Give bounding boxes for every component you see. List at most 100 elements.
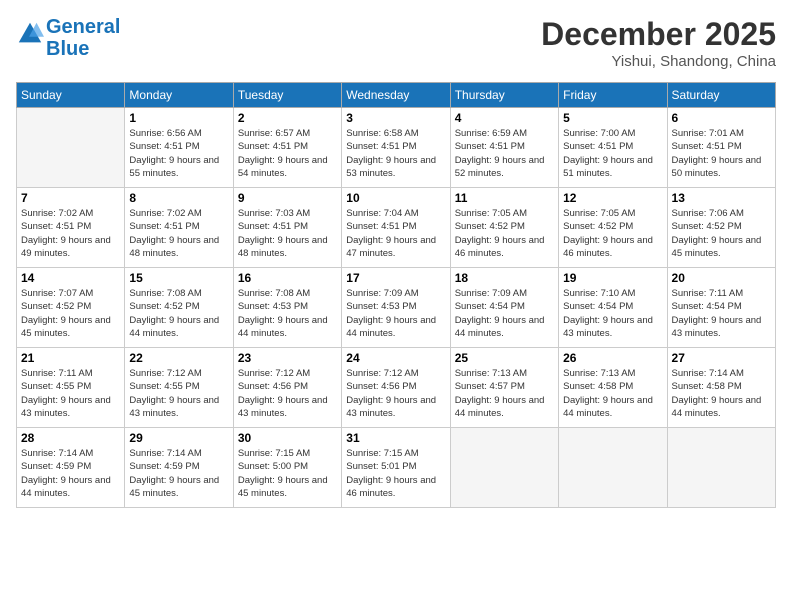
day-number: 23 <box>238 351 337 365</box>
calendar-day-cell: 22 Sunrise: 7:12 AM Sunset: 4:55 PM Dayl… <box>125 348 233 428</box>
day-number: 9 <box>238 191 337 205</box>
day-number: 15 <box>129 271 228 285</box>
day-info: Sunrise: 7:09 AM Sunset: 4:54 PM Dayligh… <box>455 287 554 340</box>
day-number: 12 <box>563 191 662 205</box>
calendar-day-cell: 31 Sunrise: 7:15 AM Sunset: 5:01 PM Dayl… <box>342 428 450 508</box>
day-info: Sunrise: 6:59 AM Sunset: 4:51 PM Dayligh… <box>455 127 554 180</box>
weekday-cell: Thursday <box>450 83 558 108</box>
day-info: Sunrise: 7:13 AM Sunset: 4:58 PM Dayligh… <box>563 367 662 420</box>
weekday-cell: Sunday <box>17 83 125 108</box>
calendar-day-cell: 12 Sunrise: 7:05 AM Sunset: 4:52 PM Dayl… <box>559 188 667 268</box>
day-number: 31 <box>346 431 445 445</box>
day-info: Sunrise: 7:12 AM Sunset: 4:55 PM Dayligh… <box>129 367 228 420</box>
day-number: 25 <box>455 351 554 365</box>
day-info: Sunrise: 7:14 AM Sunset: 4:59 PM Dayligh… <box>129 447 228 500</box>
calendar-day-cell: 13 Sunrise: 7:06 AM Sunset: 4:52 PM Dayl… <box>667 188 775 268</box>
calendar-day-cell: 24 Sunrise: 7:12 AM Sunset: 4:56 PM Dayl… <box>342 348 450 428</box>
day-info: Sunrise: 7:14 AM Sunset: 4:58 PM Dayligh… <box>672 367 771 420</box>
day-info: Sunrise: 7:08 AM Sunset: 4:53 PM Dayligh… <box>238 287 337 340</box>
day-info: Sunrise: 7:00 AM Sunset: 4:51 PM Dayligh… <box>563 127 662 180</box>
calendar-day-cell <box>17 108 125 188</box>
calendar-day-cell: 21 Sunrise: 7:11 AM Sunset: 4:55 PM Dayl… <box>17 348 125 428</box>
weekday-cell: Monday <box>125 83 233 108</box>
weekday-cell: Saturday <box>667 83 775 108</box>
day-number: 24 <box>346 351 445 365</box>
calendar-day-cell: 15 Sunrise: 7:08 AM Sunset: 4:52 PM Dayl… <box>125 268 233 348</box>
calendar-day-cell: 28 Sunrise: 7:14 AM Sunset: 4:59 PM Dayl… <box>17 428 125 508</box>
calendar-table: SundayMondayTuesdayWednesdayThursdayFrid… <box>16 82 776 508</box>
calendar-day-cell: 25 Sunrise: 7:13 AM Sunset: 4:57 PM Dayl… <box>450 348 558 428</box>
calendar-day-cell: 27 Sunrise: 7:14 AM Sunset: 4:58 PM Dayl… <box>667 348 775 428</box>
weekday-cell: Wednesday <box>342 83 450 108</box>
calendar-day-cell: 7 Sunrise: 7:02 AM Sunset: 4:51 PM Dayli… <box>17 188 125 268</box>
calendar-day-cell: 6 Sunrise: 7:01 AM Sunset: 4:51 PM Dayli… <box>667 108 775 188</box>
day-info: Sunrise: 7:13 AM Sunset: 4:57 PM Dayligh… <box>455 367 554 420</box>
day-info: Sunrise: 7:05 AM Sunset: 4:52 PM Dayligh… <box>455 207 554 260</box>
calendar-day-cell: 8 Sunrise: 7:02 AM Sunset: 4:51 PM Dayli… <box>125 188 233 268</box>
day-info: Sunrise: 7:10 AM Sunset: 4:54 PM Dayligh… <box>563 287 662 340</box>
logo-text: GeneralBlue <box>46 16 120 60</box>
calendar-day-cell: 30 Sunrise: 7:15 AM Sunset: 5:00 PM Dayl… <box>233 428 341 508</box>
calendar-day-cell: 4 Sunrise: 6:59 AM Sunset: 4:51 PM Dayli… <box>450 108 558 188</box>
calendar-day-cell: 11 Sunrise: 7:05 AM Sunset: 4:52 PM Dayl… <box>450 188 558 268</box>
location-subtitle: Yishui, Shandong, China <box>541 53 776 70</box>
calendar-day-cell: 16 Sunrise: 7:08 AM Sunset: 4:53 PM Dayl… <box>233 268 341 348</box>
day-number: 26 <box>563 351 662 365</box>
calendar-day-cell: 19 Sunrise: 7:10 AM Sunset: 4:54 PM Dayl… <box>559 268 667 348</box>
day-info: Sunrise: 7:06 AM Sunset: 4:52 PM Dayligh… <box>672 207 771 260</box>
day-number: 22 <box>129 351 228 365</box>
title-block: December 2025 Yishui, Shandong, China <box>541 16 776 70</box>
calendar-week-row: 1 Sunrise: 6:56 AM Sunset: 4:51 PM Dayli… <box>17 108 776 188</box>
calendar-day-cell: 14 Sunrise: 7:07 AM Sunset: 4:52 PM Dayl… <box>17 268 125 348</box>
calendar-day-cell: 26 Sunrise: 7:13 AM Sunset: 4:58 PM Dayl… <box>559 348 667 428</box>
day-number: 17 <box>346 271 445 285</box>
day-number: 29 <box>129 431 228 445</box>
calendar-day-cell: 2 Sunrise: 6:57 AM Sunset: 4:51 PM Dayli… <box>233 108 341 188</box>
day-number: 16 <box>238 271 337 285</box>
day-info: Sunrise: 7:01 AM Sunset: 4:51 PM Dayligh… <box>672 127 771 180</box>
day-info: Sunrise: 7:07 AM Sunset: 4:52 PM Dayligh… <box>21 287 120 340</box>
day-number: 28 <box>21 431 120 445</box>
calendar-day-cell: 5 Sunrise: 7:00 AM Sunset: 4:51 PM Dayli… <box>559 108 667 188</box>
calendar-day-cell: 9 Sunrise: 7:03 AM Sunset: 4:51 PM Dayli… <box>233 188 341 268</box>
calendar-day-cell: 3 Sunrise: 6:58 AM Sunset: 4:51 PM Dayli… <box>342 108 450 188</box>
logo-icon <box>16 20 44 48</box>
weekday-cell: Tuesday <box>233 83 341 108</box>
calendar-day-cell: 17 Sunrise: 7:09 AM Sunset: 4:53 PM Dayl… <box>342 268 450 348</box>
day-number: 7 <box>21 191 120 205</box>
day-number: 20 <box>672 271 771 285</box>
calendar-day-cell: 29 Sunrise: 7:14 AM Sunset: 4:59 PM Dayl… <box>125 428 233 508</box>
day-info: Sunrise: 6:56 AM Sunset: 4:51 PM Dayligh… <box>129 127 228 180</box>
day-number: 11 <box>455 191 554 205</box>
weekday-cell: Friday <box>559 83 667 108</box>
day-number: 1 <box>129 111 228 125</box>
calendar-day-cell: 18 Sunrise: 7:09 AM Sunset: 4:54 PM Dayl… <box>450 268 558 348</box>
day-info: Sunrise: 7:15 AM Sunset: 5:00 PM Dayligh… <box>238 447 337 500</box>
day-number: 27 <box>672 351 771 365</box>
calendar-day-cell: 23 Sunrise: 7:12 AM Sunset: 4:56 PM Dayl… <box>233 348 341 428</box>
calendar-day-cell <box>559 428 667 508</box>
page-header: GeneralBlue December 2025 Yishui, Shando… <box>16 16 776 70</box>
calendar-day-cell: 20 Sunrise: 7:11 AM Sunset: 4:54 PM Dayl… <box>667 268 775 348</box>
day-info: Sunrise: 7:08 AM Sunset: 4:52 PM Dayligh… <box>129 287 228 340</box>
day-info: Sunrise: 7:14 AM Sunset: 4:59 PM Dayligh… <box>21 447 120 500</box>
logo: GeneralBlue <box>16 16 120 60</box>
day-number: 5 <box>563 111 662 125</box>
month-title: December 2025 <box>541 16 776 53</box>
calendar-week-row: 7 Sunrise: 7:02 AM Sunset: 4:51 PM Dayli… <box>17 188 776 268</box>
day-number: 14 <box>21 271 120 285</box>
day-info: Sunrise: 7:02 AM Sunset: 4:51 PM Dayligh… <box>21 207 120 260</box>
day-number: 3 <box>346 111 445 125</box>
calendar-week-row: 28 Sunrise: 7:14 AM Sunset: 4:59 PM Dayl… <box>17 428 776 508</box>
day-info: Sunrise: 7:11 AM Sunset: 4:55 PM Dayligh… <box>21 367 120 420</box>
day-number: 2 <box>238 111 337 125</box>
day-info: Sunrise: 7:03 AM Sunset: 4:51 PM Dayligh… <box>238 207 337 260</box>
calendar-day-cell <box>667 428 775 508</box>
day-number: 19 <box>563 271 662 285</box>
calendar-week-row: 21 Sunrise: 7:11 AM Sunset: 4:55 PM Dayl… <box>17 348 776 428</box>
day-number: 13 <box>672 191 771 205</box>
day-info: Sunrise: 7:12 AM Sunset: 4:56 PM Dayligh… <box>238 367 337 420</box>
day-number: 6 <box>672 111 771 125</box>
day-number: 8 <box>129 191 228 205</box>
day-info: Sunrise: 7:09 AM Sunset: 4:53 PM Dayligh… <box>346 287 445 340</box>
